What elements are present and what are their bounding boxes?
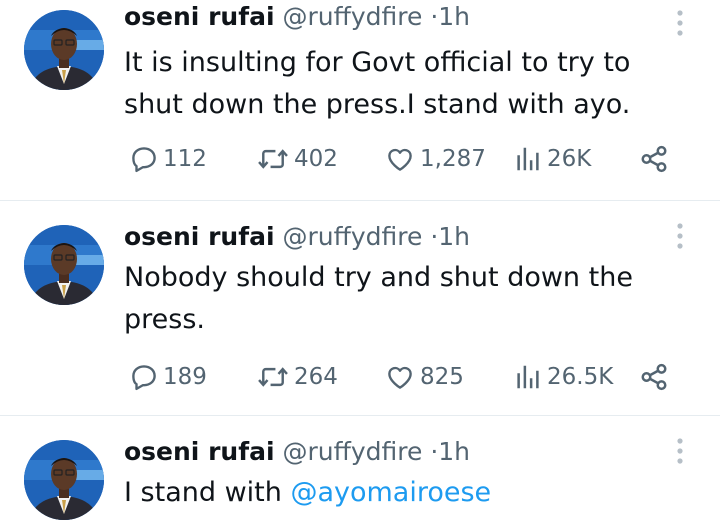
retweet-button[interactable]: 264 xyxy=(256,357,338,397)
retweet-arrows-icon xyxy=(258,149,288,169)
more-options-button[interactable] xyxy=(668,219,692,253)
author-name[interactable]: oseni rufai xyxy=(124,222,275,251)
tweet[interactable]: oseni rufai @ruffydfire ·1h Nobody shoul… xyxy=(0,201,720,415)
more-options-button[interactable] xyxy=(668,434,692,468)
retweet-count: 264 xyxy=(294,364,338,390)
tweet[interactable]: oseni rufai @ruffydfire ·1h I stand with… xyxy=(0,416,720,530)
avatar[interactable] xyxy=(24,440,104,520)
tweet-header: oseni rufai @ruffydfire ·1h xyxy=(124,436,470,468)
retweet-arrows-icon xyxy=(258,367,288,387)
speech-bubble-icon xyxy=(132,365,156,391)
speech-bubble-icon xyxy=(132,147,156,173)
reply-button[interactable]: 189 xyxy=(129,357,207,397)
like-button[interactable]: 1,287 xyxy=(384,139,486,179)
reply-button[interactable]: 112 xyxy=(129,139,207,179)
tweet-text: I stand with @ayomairoese xyxy=(124,472,684,514)
reply-count: 112 xyxy=(163,146,207,172)
view-count: 26.5K xyxy=(547,364,614,390)
bar-chart-icon xyxy=(517,147,539,171)
tweet-text: Nobody should try and shut down the pres… xyxy=(124,262,633,335)
share-nodes-icon xyxy=(641,145,667,173)
share-nodes-icon xyxy=(641,363,667,391)
tweet[interactable]: oseni rufai @ruffydfire ·1h It is insult… xyxy=(0,0,720,200)
like-count: 825 xyxy=(420,364,464,390)
timestamp[interactable]: 1h xyxy=(438,222,470,251)
like-button[interactable]: 825 xyxy=(384,357,464,397)
timestamp[interactable]: 1h xyxy=(438,2,470,31)
tweet-header: oseni rufai @ruffydfire ·1h xyxy=(124,1,470,33)
mention-link[interactable]: @ayomairoese xyxy=(290,477,491,508)
author-handle[interactable]: @ruffydfire xyxy=(282,437,422,466)
heart-icon xyxy=(388,366,412,389)
share-button[interactable] xyxy=(638,139,670,179)
author-name[interactable]: oseni rufai xyxy=(124,2,275,31)
bar-chart-icon xyxy=(517,365,539,389)
like-count: 1,287 xyxy=(420,146,486,172)
tweet-actions: 189 264 825 26.5K xyxy=(124,357,684,397)
views-button[interactable]: 26K xyxy=(513,139,591,179)
avatar[interactable] xyxy=(24,225,104,305)
tweet-text-prefix: I stand with xyxy=(124,477,291,508)
vertical-dots-icon xyxy=(677,223,683,249)
timestamp[interactable]: 1h xyxy=(438,437,470,466)
more-options-button[interactable] xyxy=(668,6,692,40)
vertical-dots-icon xyxy=(677,438,683,464)
views-button[interactable]: 26.5K xyxy=(513,357,613,397)
tweet-header: oseni rufai @ruffydfire ·1h xyxy=(124,221,470,253)
retweet-button[interactable]: 402 xyxy=(256,139,338,179)
heart-icon xyxy=(388,148,412,171)
author-handle[interactable]: @ruffydfire xyxy=(282,2,422,31)
author-name[interactable]: oseni rufai xyxy=(124,437,275,466)
tweet-text: It is insulting for Govt official to try… xyxy=(124,47,631,120)
vertical-dots-icon xyxy=(677,10,683,36)
avatar[interactable] xyxy=(24,10,104,90)
tweet-actions: 112 402 1,287 26K xyxy=(124,139,684,179)
share-button[interactable] xyxy=(638,357,670,397)
reply-count: 189 xyxy=(163,364,207,390)
view-count: 26K xyxy=(547,146,592,172)
author-handle[interactable]: @ruffydfire xyxy=(282,222,422,251)
retweet-count: 402 xyxy=(294,146,338,172)
